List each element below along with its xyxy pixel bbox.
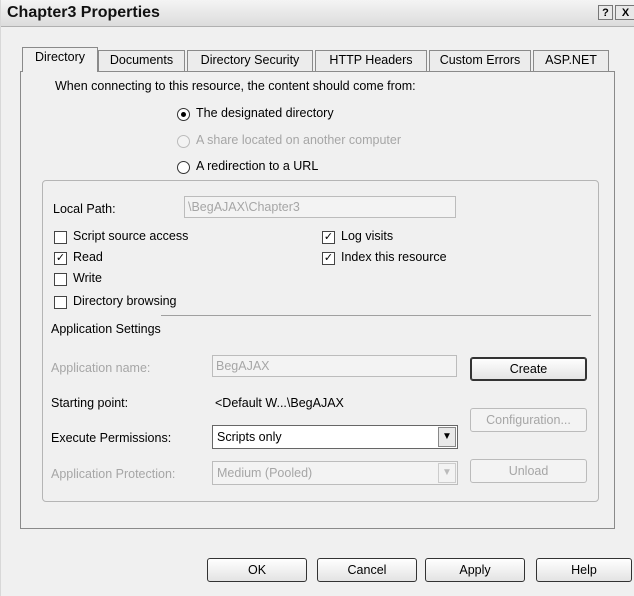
execute-permissions-value: Scripts only	[217, 430, 282, 444]
log-visits-label: Log visits	[341, 229, 394, 243]
app-protection-select: Medium (Pooled) ▼	[212, 461, 458, 485]
write-checkbox[interactable]	[54, 273, 67, 286]
local-path-label: Local Path:	[53, 202, 116, 216]
tab-http-headers[interactable]: HTTP Headers	[315, 50, 427, 71]
ok-button[interactable]: OK	[207, 558, 307, 582]
properties-dialog: Chapter3 Properties ? X Directory Docume…	[0, 0, 634, 596]
radio-network-share-label: A share located on another computer	[196, 133, 401, 147]
app-name-field: BegAJAX	[212, 355, 457, 377]
configuration-button: Configuration...	[470, 408, 587, 432]
app-settings-divider	[161, 315, 591, 316]
content-source-prompt: When connecting to this resource, the co…	[55, 79, 416, 93]
directory-browsing-checkbox[interactable]	[54, 296, 67, 309]
help-title-button[interactable]: ?	[598, 5, 613, 20]
tab-documents[interactable]: Documents	[98, 50, 185, 71]
cancel-button[interactable]: Cancel	[317, 558, 417, 582]
app-protection-label: Application Protection:	[51, 467, 176, 481]
script-source-access-checkbox[interactable]	[54, 231, 67, 244]
starting-point-value: <Default W...\BegAJAX	[215, 396, 344, 410]
execute-permissions-select[interactable]: Scripts only ▼	[212, 425, 458, 449]
read-checkbox[interactable]: ✓	[54, 252, 67, 265]
read-label: Read	[73, 250, 103, 264]
tab-directory[interactable]: Directory	[22, 47, 98, 72]
create-button[interactable]: Create	[470, 357, 587, 381]
chevron-down-icon: ▼	[438, 463, 456, 483]
title-bar: Chapter3 Properties ? X	[1, 0, 634, 27]
index-resource-checkbox[interactable]: ✓	[322, 252, 335, 265]
close-title-button[interactable]: X	[615, 5, 634, 20]
radio-network-share	[177, 135, 190, 148]
app-settings-heading: Application Settings	[51, 322, 161, 336]
tab-directory-security[interactable]: Directory Security	[187, 50, 313, 71]
apply-button[interactable]: Apply	[425, 558, 525, 582]
tab-aspnet[interactable]: ASP.NET	[533, 50, 609, 71]
write-label: Write	[73, 271, 102, 285]
radio-url-redirection-label: A redirection to a URL	[196, 159, 319, 173]
help-button[interactable]: Help	[536, 558, 632, 582]
window-title: Chapter3 Properties	[7, 4, 160, 21]
log-visits-checkbox[interactable]: ✓	[322, 231, 335, 244]
unload-button: Unload	[470, 459, 587, 483]
app-name-label: Application name:	[51, 361, 151, 375]
execute-permissions-label: Execute Permissions:	[51, 431, 172, 445]
chevron-down-icon[interactable]: ▼	[438, 427, 456, 447]
radio-url-redirection[interactable]	[177, 161, 190, 174]
app-protection-value: Medium (Pooled)	[217, 466, 313, 480]
starting-point-label: Starting point:	[51, 396, 129, 410]
index-resource-label: Index this resource	[341, 250, 447, 264]
directory-browsing-label: Directory browsing	[73, 294, 177, 308]
local-path-field: \BegAJAX\Chapter3	[184, 196, 456, 218]
radio-designated-directory[interactable]	[177, 108, 190, 121]
tab-custom-errors[interactable]: Custom Errors	[429, 50, 531, 71]
radio-designated-directory-label: The designated directory	[196, 106, 334, 120]
script-source-access-label: Script source access	[73, 229, 189, 243]
